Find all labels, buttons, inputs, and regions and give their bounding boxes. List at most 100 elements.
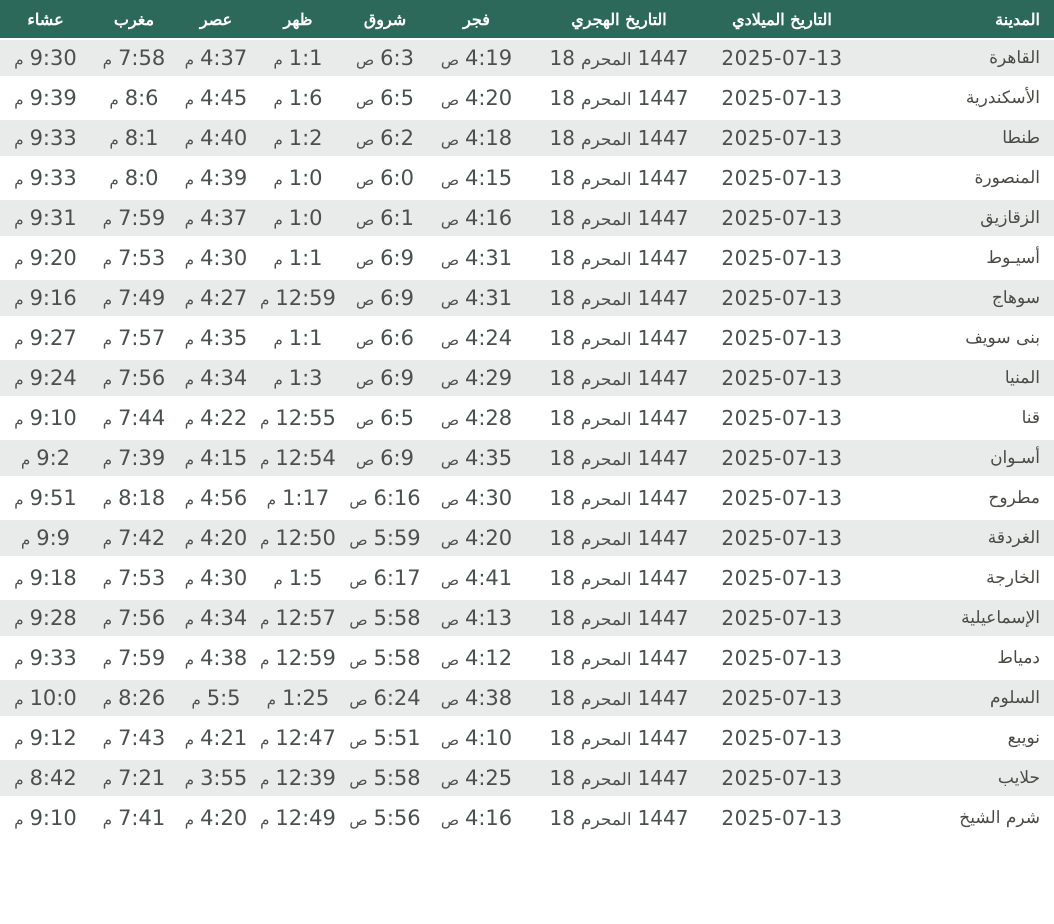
isha-time-value: 9:12 (29, 726, 77, 750)
sunrise-time-cell: 6:9 ص (341, 360, 429, 400)
isha-time-value: 9:51 (29, 486, 77, 510)
dhuhr-am-pm-marker: م (260, 451, 270, 469)
hijri-date-cell: 18 المحرم 1447 (524, 440, 714, 480)
sunrise-time-cell: 6:24 ص (341, 680, 429, 720)
asr-am-pm-marker: م (184, 171, 195, 189)
sunrise-am-pm-marker: ص (349, 531, 368, 549)
table-row: الإسماعيلية 2025-07-13 18 المحرم 1447 4:13ص 5:… (0, 600, 1054, 640)
hijri-year: 1447 (637, 766, 689, 790)
asr-time-value: 4:30 (200, 566, 248, 590)
isha-am-pm-marker: م (14, 811, 24, 829)
table-row: الغردقة 2025-07-13 18 المحرم 1447 4:20ص 5:59ص 1… (0, 520, 1054, 560)
hijri-year: 1447 (637, 286, 689, 310)
fajr-time-cell: 4:35 ص (429, 440, 524, 480)
hijri-year: 1447 (637, 246, 689, 270)
sunrise-time-cell: 6:9 ص (341, 440, 429, 480)
isha-time-cell: 9:24 م (0, 360, 91, 400)
isha-time-cell: 9:27 م (0, 320, 91, 360)
city-cell: حلايب (930, 760, 1054, 800)
asr-time-cell: 4:40 م (177, 120, 255, 160)
asr-am-pm-marker: م (184, 451, 195, 469)
asr-time-cell: 4:34 م (177, 360, 255, 400)
asr-am-pm-marker: م (184, 771, 195, 789)
table-row: طنطا 2025-07-13 18 المحرم 1447 4:18ص 6:2ص 1:2م 4… (0, 120, 1054, 160)
maghrib-am-pm-marker: م (102, 731, 113, 749)
hijri-date-cell: 18 المحرم 1447 (524, 760, 714, 800)
sunrise-time-value: 6:2 (380, 126, 414, 150)
fajr-am-pm-marker: ص (440, 731, 459, 749)
city-cell: الإسماعيلية (930, 600, 1054, 640)
maghrib-time-cell: 8:0 م (91, 160, 177, 200)
asr-am-pm-marker: م (191, 691, 201, 709)
hijri-month: المحرم (580, 770, 632, 790)
dhuhr-am-pm-marker: م (273, 331, 283, 349)
fajr-time-cell: 4:19 ص (429, 40, 524, 80)
sunrise-am-pm-marker: ص (349, 691, 368, 709)
dhuhr-time-cell: 12:59 م (255, 280, 341, 320)
isha-time-value: 9:10 (29, 806, 77, 830)
fajr-time-cell: 4:41 ص (429, 560, 524, 600)
fajr-am-pm-marker: ص (440, 811, 459, 829)
table-row: نويبع 2025-07-13 18 المحرم 1447 4:10ص 5:51ص 12:… (0, 720, 1054, 760)
maghrib-time-cell: 8:1 م (91, 120, 177, 160)
sunrise-time-value: 5:58 (373, 606, 421, 630)
isha-time-value: 9:28 (29, 606, 77, 630)
asr-time-cell: 4:15 م (177, 440, 255, 480)
gregorian-date-cell: 2025-07-13 (714, 480, 930, 520)
maghrib-am-pm-marker: م (102, 411, 113, 429)
hijri-date-cell: 18 المحرم 1447 (524, 400, 714, 440)
maghrib-time-value: 8:6 (124, 86, 159, 110)
dhuhr-am-pm-marker: م (266, 691, 277, 709)
hijri-day: 18 (549, 566, 575, 590)
hijri-year: 1447 (637, 526, 689, 550)
fajr-am-pm-marker: ص (440, 491, 459, 509)
maghrib-time-cell: 7:59 م (91, 640, 177, 680)
hijri-year: 1447 (637, 406, 689, 430)
maghrib-time-value: 7:53 (118, 566, 166, 590)
isha-time-value: 9:33 (29, 646, 77, 670)
fajr-time-cell: 4:31 ص (429, 240, 524, 280)
asr-am-pm-marker: م (184, 491, 195, 509)
sunrise-am-pm-marker: ص (356, 371, 375, 389)
maghrib-time-value: 8:0 (124, 166, 159, 190)
dhuhr-time-cell: 1:17 م (255, 480, 341, 520)
city-cell: السلوم (930, 680, 1054, 720)
isha-time-cell: 10:0 م (0, 680, 91, 720)
hijri-month: المحرم (580, 490, 632, 510)
fajr-time-cell: 4:20 ص (429, 520, 524, 560)
isha-time-value: 9:30 (29, 46, 77, 70)
maghrib-time-value: 7:58 (118, 46, 166, 70)
sunrise-time-cell: 6:16 ص (341, 480, 429, 520)
hijri-day: 18 (549, 166, 575, 190)
fajr-time-cell: 4:24 ص (429, 320, 524, 360)
fajr-time-value: 4:20 (464, 526, 513, 550)
asr-time-value: 4:20 (200, 526, 248, 550)
hijri-date-cell: 18 المحرم 1447 (524, 720, 714, 760)
hijri-month: المحرم (580, 370, 632, 390)
maghrib-time-value: 7:44 (118, 406, 166, 430)
dhuhr-time-value: 12:59 (275, 286, 336, 310)
asr-time-value: 4:37 (200, 206, 248, 230)
dhuhr-time-value: 1:5 (288, 566, 323, 590)
fajr-am-pm-marker: ص (440, 571, 459, 589)
fajr-time-cell: 4:25 ص (429, 760, 524, 800)
maghrib-time-cell: 7:21 م (91, 760, 177, 800)
isha-time-cell: 9:16 م (0, 280, 91, 320)
isha-time-cell: 9:33 م (0, 160, 91, 200)
sunrise-time-value: 6:6 (380, 326, 414, 350)
dhuhr-time-cell: 1:25 م (255, 680, 341, 720)
fajr-am-pm-marker: ص (440, 691, 459, 709)
isha-time-cell: 9:28 م (0, 600, 91, 640)
hijri-date-cell: 18 المحرم 1447 (524, 320, 714, 360)
fajr-time-cell: 4:10 ص (429, 720, 524, 760)
column-header-maghrib: مغرب (91, 0, 177, 40)
isha-time-value: 9:33 (29, 126, 77, 150)
asr-am-pm-marker: م (184, 651, 195, 669)
fajr-time-cell: 4:12 ص (429, 640, 524, 680)
hijri-day: 18 (549, 726, 575, 750)
hijri-year: 1447 (637, 486, 689, 510)
isha-time-cell: 9:10 م (0, 400, 91, 440)
sunrise-time-value: 6:24 (373, 686, 421, 710)
gregorian-date-cell: 2025-07-13 (714, 280, 930, 320)
asr-am-pm-marker: م (184, 251, 195, 269)
